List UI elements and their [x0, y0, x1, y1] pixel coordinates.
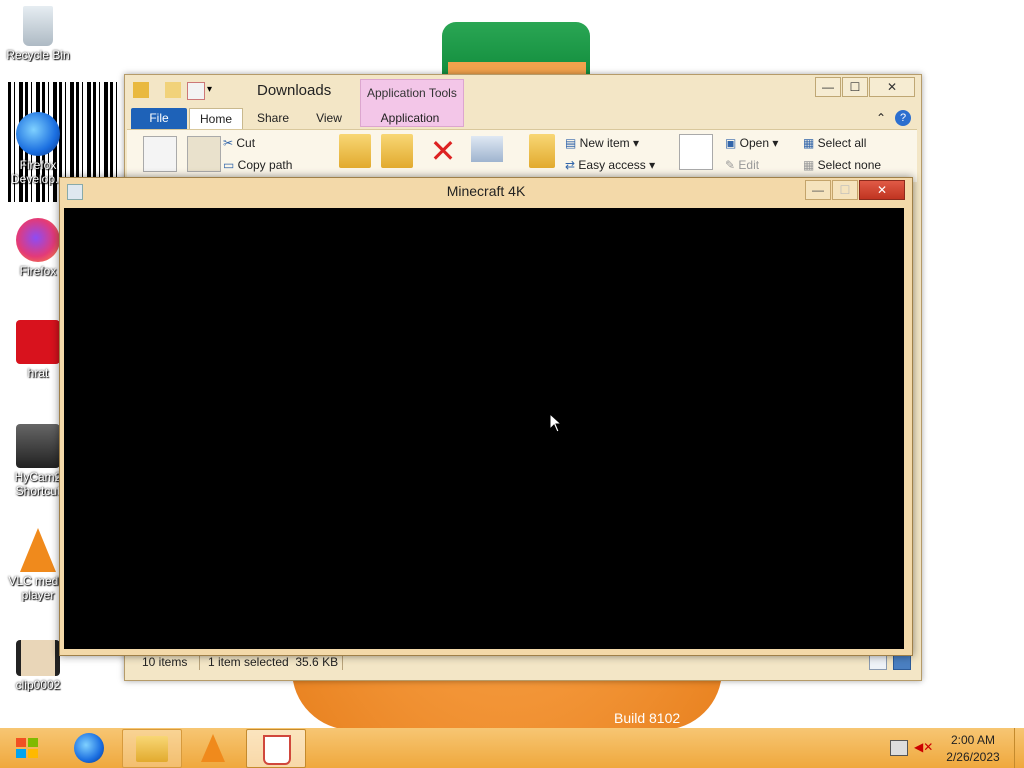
copy-path-button[interactable]: ▭ Copy path: [223, 158, 292, 172]
select-all-icon: ▦: [803, 136, 818, 150]
taskbar-firefox-developer[interactable]: [60, 729, 118, 766]
cut-label: Cut: [236, 136, 256, 150]
speaker-muted-icon[interactable]: ◀✕: [914, 740, 933, 754]
firefox-icon: [16, 218, 60, 262]
taskbar: ◀✕ 2:00 AM 2/26/2023: [0, 728, 1024, 768]
clock-time[interactable]: 2:00 AM: [948, 733, 998, 747]
mouse-pointer-icon: [549, 413, 562, 433]
desktop-icon-recycle-bin[interactable]: Recycle Bin: [0, 6, 76, 62]
properties-icon[interactable]: [679, 134, 713, 170]
build-watermark: Build 8102: [614, 710, 681, 726]
explorer-minimize-button[interactable]: —: [815, 77, 841, 97]
chevron-down-icon: ▾: [629, 136, 640, 150]
game-canvas[interactable]: [64, 208, 904, 649]
copy-path-label: Copy path: [237, 158, 293, 172]
chevron-down-icon: ▾: [645, 158, 656, 172]
tab-share[interactable]: Share: [253, 108, 293, 129]
copy-icon[interactable]: [143, 136, 177, 172]
chevron-down-icon: ▾: [769, 136, 779, 150]
minimize-ribbon-icon[interactable]: ⌃: [873, 108, 889, 129]
hrat-icon: [16, 320, 60, 364]
item-count: 10 items: [142, 655, 188, 669]
explorer-maximize-button[interactable]: ☐: [842, 77, 868, 97]
open-label: Open: [739, 136, 770, 150]
easy-access-button[interactable]: ⇄ Easy access ▾: [565, 158, 655, 172]
firefox-developer-icon: [16, 112, 60, 156]
network-icon[interactable]: [890, 740, 908, 756]
new-folder-quick-icon[interactable]: [165, 82, 181, 98]
delete-icon[interactable]: ✕: [427, 134, 459, 168]
recycle-bin-icon: [23, 6, 53, 46]
minecraft-close-button[interactable]: ✕: [859, 180, 905, 200]
select-none-button[interactable]: ▦ Select none: [803, 158, 881, 172]
desktop-icon-firefox-developer[interactable]: Firefox Develop...: [0, 112, 76, 186]
select-none-icon: ▦: [803, 158, 818, 172]
large-icons-view-icon[interactable]: [893, 655, 911, 670]
move-to-icon[interactable]: [339, 134, 371, 168]
explorer-title-bar[interactable]: ▾ Downloads Application Tools — ☐ ✕: [125, 75, 921, 127]
explorer-app-icon: [133, 82, 149, 98]
status-separator: [342, 654, 343, 670]
start-button[interactable]: [8, 734, 46, 762]
selection-info: 1 item selected 35.6 KB: [208, 655, 339, 669]
taskbar-vlc[interactable]: [184, 729, 242, 766]
edit-button[interactable]: ✎ Edit: [725, 158, 759, 172]
camera-icon: [16, 424, 60, 468]
status-separator: [199, 654, 200, 670]
cut-button[interactable]: ✂ Cut: [223, 136, 255, 150]
new-item-button[interactable]: ▤ New item ▾: [565, 136, 639, 150]
video-file-icon: [16, 640, 60, 676]
explorer-close-button[interactable]: ✕: [869, 77, 915, 97]
minecraft-maximize-button[interactable]: ☐: [832, 180, 858, 200]
windows-logo-icon: [16, 738, 38, 758]
rename-icon[interactable]: [471, 136, 503, 162]
tab-application[interactable]: Application: [369, 108, 451, 129]
minecraft-window-title: Minecraft 4K: [446, 183, 526, 199]
minecraft-4k-window[interactable]: Minecraft 4K — ☐ ✕: [59, 177, 913, 656]
easy-access-icon: ⇄: [565, 158, 579, 172]
easy-access-label: Easy access: [578, 158, 646, 172]
tab-view[interactable]: View: [311, 108, 347, 129]
tab-home[interactable]: Home: [189, 108, 243, 130]
select-all-label: Select all: [817, 136, 867, 150]
copy-path-icon: ▭: [223, 158, 238, 172]
show-desktop-button[interactable]: [1014, 728, 1024, 768]
clock-date[interactable]: 2/26/2023: [944, 750, 1002, 764]
select-all-button[interactable]: ▦ Select all: [803, 136, 866, 150]
taskbar-java-minecraft[interactable]: [246, 729, 306, 768]
copy-to-icon[interactable]: [381, 134, 413, 168]
context-group-label: Application Tools: [367, 86, 457, 100]
scissors-icon: ✂: [223, 136, 237, 150]
paste-icon[interactable]: [187, 136, 221, 172]
desktop-icon-label: clip0002: [15, 678, 61, 692]
select-none-label: Select none: [817, 158, 882, 172]
vlc-cone-icon: [20, 528, 56, 572]
folder-icon: [136, 736, 168, 762]
tab-file[interactable]: File: [131, 108, 187, 129]
customize-quick-access-icon[interactable]: ▾: [207, 82, 217, 98]
open-button[interactable]: ▣ Open ▾: [725, 136, 778, 150]
ribbon-home-panel: ✂ Cut ▭ Copy path ✕ ▤ New item ▾ ⇄ Easy …: [127, 129, 917, 182]
details-view-icon[interactable]: [869, 655, 887, 670]
open-icon: ▣: [725, 136, 740, 150]
vlc-cone-icon: [201, 734, 225, 762]
explorer-window-title: Downloads: [257, 82, 332, 99]
new-item-label: New item: [579, 136, 630, 150]
edit-label: Edit: [738, 158, 760, 172]
new-folder-icon[interactable]: [529, 134, 555, 168]
desktop-icon-label: Recycle Bin: [6, 48, 70, 62]
new-item-icon: ▤: [565, 136, 580, 150]
ribbon-tab-strip: File Home Share View Application ⌃ ?: [125, 105, 921, 130]
minecraft-minimize-button[interactable]: —: [805, 180, 831, 200]
java-icon: [263, 735, 291, 765]
properties-quick-icon[interactable]: [187, 82, 205, 100]
help-icon[interactable]: ?: [895, 110, 911, 126]
firefox-developer-icon: [74, 733, 104, 763]
taskbar-file-explorer[interactable]: [122, 729, 182, 768]
edit-icon: ✎: [725, 158, 739, 172]
